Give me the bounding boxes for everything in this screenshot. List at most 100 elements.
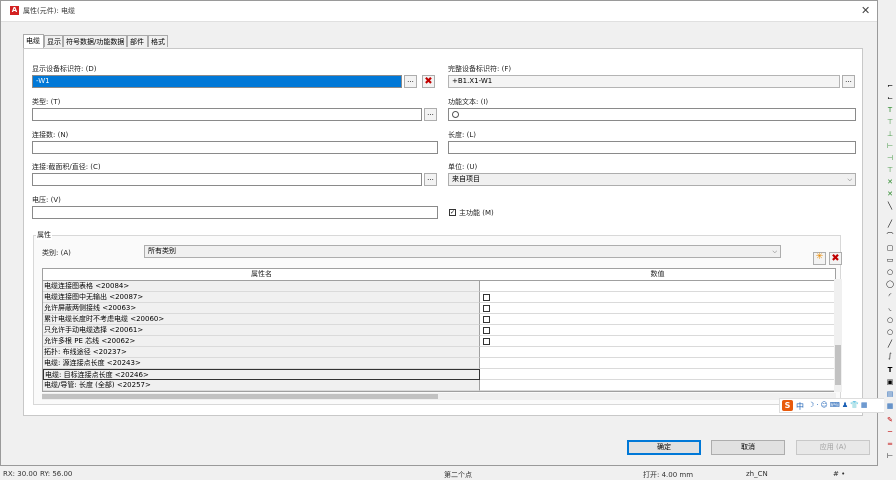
table-row[interactable]: 只允许手动电缆选择 <20061>: [43, 325, 835, 336]
pen-icon[interactable]: ✎: [886, 416, 894, 425]
display-id-browse-button[interactable]: ...: [404, 75, 417, 88]
property-value[interactable]: [480, 336, 835, 347]
function-text-input[interactable]: [448, 108, 856, 121]
cross-section-browse-button[interactable]: ...: [424, 173, 437, 186]
hscrollbar-thumb[interactable]: [42, 394, 438, 399]
cross-section-input[interactable]: [32, 173, 422, 186]
voltage-input[interactable]: [32, 206, 438, 219]
delete-icon[interactable]: ✖: [422, 75, 435, 88]
table-row[interactable]: 累计电缆长度时不考虑电缆 <20060>: [43, 314, 835, 325]
column-header-name[interactable]: 属性名: [43, 269, 481, 281]
tab-parts[interactable]: 部件: [127, 35, 148, 47]
circle-icon[interactable]: ○: [886, 268, 894, 277]
line-icon[interactable]: ⊢: [886, 452, 894, 461]
close-icon[interactable]: ✕: [861, 4, 870, 17]
status-rx: RX: 30.00: [3, 470, 38, 478]
tee-icon[interactable]: T: [886, 106, 894, 115]
arc-icon[interactable]: ◟: [886, 304, 894, 313]
display-id-input[interactable]: -W1: [32, 75, 402, 88]
horizontal-scrollbar[interactable]: [42, 393, 836, 400]
image-icon[interactable]: ▦: [886, 402, 894, 411]
line-icon[interactable]: ╱: [886, 340, 894, 349]
category-select[interactable]: 所有类别 ⌵: [144, 245, 781, 258]
property-value[interactable]: [480, 303, 835, 314]
property-name: 电缆连接图表格 <20084>: [43, 281, 480, 292]
image-icon[interactable]: ▤: [886, 390, 894, 399]
full-id-browse-button[interactable]: ...: [842, 75, 855, 88]
table-row[interactable]: 拓扑: 布线途径 <20237>: [43, 347, 835, 358]
ime-toolbar[interactable]: S 中 ☽·☺⌨♟👕▦: [779, 398, 885, 413]
tab-cable[interactable]: 电缆: [23, 34, 44, 48]
text-icon[interactable]: T: [886, 366, 894, 375]
rectangle-icon[interactable]: ▭: [886, 256, 894, 265]
cross-icon[interactable]: ✕: [886, 190, 894, 199]
table-row[interactable]: 允许屏蔽两侧接线 <20063>: [43, 303, 835, 314]
title-bar: A 属性(元件): 电缆 ✕: [1, 1, 877, 22]
property-checkbox[interactable]: [483, 316, 490, 323]
circle-icon[interactable]: ○: [886, 328, 894, 337]
unit-label: 单位: (U): [448, 163, 478, 171]
tab-format[interactable]: 格式: [148, 35, 168, 47]
tee-icon[interactable]: ⊣: [886, 154, 894, 163]
polyline-icon[interactable]: ⌒: [886, 232, 894, 241]
curve-icon[interactable]: ∫: [886, 352, 894, 361]
arc-icon[interactable]: ◜: [886, 292, 894, 301]
main-function-checkbox[interactable]: ✓: [449, 209, 456, 216]
tee-icon[interactable]: ⊥: [886, 130, 894, 139]
full-id-input[interactable]: +B1.X1-W1: [448, 75, 840, 88]
property-value[interactable]: [480, 281, 835, 292]
unit-select[interactable]: 来自项目 ⌵: [448, 173, 856, 186]
type-browse-button[interactable]: ...: [424, 108, 437, 121]
cross-icon[interactable]: ✕: [886, 178, 894, 187]
line-icon[interactable]: ╱: [886, 220, 894, 229]
table-row[interactable]: 电缆: 源连接点长度 <20243>: [43, 358, 835, 369]
app-icon: A: [10, 6, 19, 15]
property-name: 电缆连接图中无输出 <20087>: [43, 292, 480, 303]
connections-input[interactable]: [32, 141, 438, 154]
length-label: 长度: (L): [448, 131, 476, 139]
property-value[interactable]: [480, 292, 835, 303]
apply-button[interactable]: 应用 (A): [796, 440, 870, 455]
property-value[interactable]: [480, 347, 835, 358]
properties-group-title: 属性: [36, 230, 52, 240]
scrollbar-thumb[interactable]: [835, 345, 841, 385]
property-value[interactable]: [480, 369, 835, 380]
length-input[interactable]: [448, 141, 856, 154]
tee-icon[interactable]: ⊤: [886, 118, 894, 127]
tab-display[interactable]: 显示: [44, 35, 63, 47]
property-value[interactable]: [480, 314, 835, 325]
rectangle-icon[interactable]: ▢: [886, 244, 894, 253]
line-icon[interactable]: ═: [886, 440, 894, 449]
type-input[interactable]: [32, 108, 422, 121]
property-value[interactable]: [480, 380, 835, 391]
line-icon[interactable]: ╲: [886, 202, 894, 211]
image-icon[interactable]: ▣: [886, 378, 894, 387]
delete-icon[interactable]: ✖: [829, 252, 842, 265]
new-icon[interactable]: ✳: [813, 252, 826, 265]
property-checkbox[interactable]: [483, 327, 490, 334]
property-checkbox[interactable]: [483, 294, 490, 301]
circle-icon[interactable]: ◯: [886, 280, 894, 289]
ok-button[interactable]: 确定: [627, 440, 701, 455]
column-header-value[interactable]: 数值: [480, 269, 835, 281]
table-row[interactable]: 允许多根 PE 芯线 <20062>: [43, 336, 835, 347]
property-checkbox[interactable]: [483, 305, 490, 312]
circle-icon[interactable]: ○: [886, 316, 894, 325]
line-icon[interactable]: ─: [886, 428, 894, 437]
table-row[interactable]: 电缆连接图表格 <20084>: [43, 281, 835, 292]
property-value[interactable]: [480, 325, 835, 336]
tee-icon[interactable]: ⊤: [886, 166, 894, 175]
table-row[interactable]: 电缆: 目标连接点长度 <20246>: [43, 369, 835, 380]
cancel-button[interactable]: 取消: [711, 440, 785, 455]
tee-icon[interactable]: ⊢: [886, 142, 894, 151]
table-row[interactable]: 电缆/导管: 长度 (全部) <20257>: [43, 380, 835, 391]
globe-icon: [452, 111, 459, 118]
tab-symbol-function-data[interactable]: 符号数据/功能数据: [63, 35, 127, 47]
property-value[interactable]: [480, 358, 835, 369]
corner-icon[interactable]: ⌐: [886, 82, 894, 91]
corner-icon[interactable]: ⌙: [886, 94, 894, 103]
table-row[interactable]: 电缆连接图中无输出 <20087>: [43, 292, 835, 303]
vertical-scrollbar[interactable]: [834, 279, 842, 392]
property-name: 只允许手动电缆选择 <20061>: [43, 325, 480, 336]
property-checkbox[interactable]: [483, 338, 490, 345]
